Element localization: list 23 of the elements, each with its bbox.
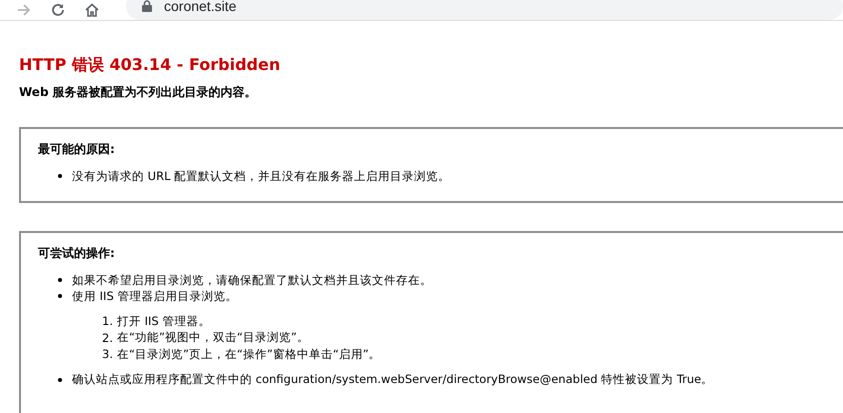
list-item: 如果不希望启用目录浏览，请确保配置了默认文档并且该文件存在。 <box>72 272 432 288</box>
lock-icon <box>142 0 152 12</box>
error-title: HTTP 错误 403.14 - Forbidden <box>19 55 282 76</box>
bullet-icon <box>58 174 62 178</box>
panel-heading: 最可能的原因: <box>38 141 116 158</box>
reload-icon <box>50 2 66 18</box>
step-text: 在“目录浏览”页上，在“操作”窗格中单击“启用”。 <box>116 346 381 362</box>
address-bar[interactable]: coronet.site <box>126 0 843 20</box>
bullet-icon <box>58 278 62 282</box>
error-subtitle: Web 服务器被配置为不列出此目录的内容。 <box>19 84 258 101</box>
home-icon <box>84 2 100 18</box>
step-text: 在“功能”视图中，双击“目录浏览”。 <box>116 330 309 346</box>
bullet-icon <box>58 378 62 382</box>
bullet-icon <box>58 294 62 298</box>
step-number: 3. <box>102 347 113 362</box>
step-text: 打开 IIS 管理器。 <box>116 314 210 329</box>
arrow-icon <box>16 2 32 18</box>
list-item: 使用 IIS 管理器启用目录浏览。 <box>72 288 238 304</box>
step-number: 2. <box>102 330 113 345</box>
list-item: 确认站点或应用程序配置文件中的 configuration/system.webServer/directoryBrowse@enabled 特性被设置为 True。 <box>72 372 714 387</box>
panel-heading: 可尝试的操作: <box>38 245 116 262</box>
list-item: 没有为请求的 URL 配置默认文档，并且没有在服务器上启用目录浏览。 <box>72 168 450 184</box>
step-number: 1. <box>102 314 113 328</box>
